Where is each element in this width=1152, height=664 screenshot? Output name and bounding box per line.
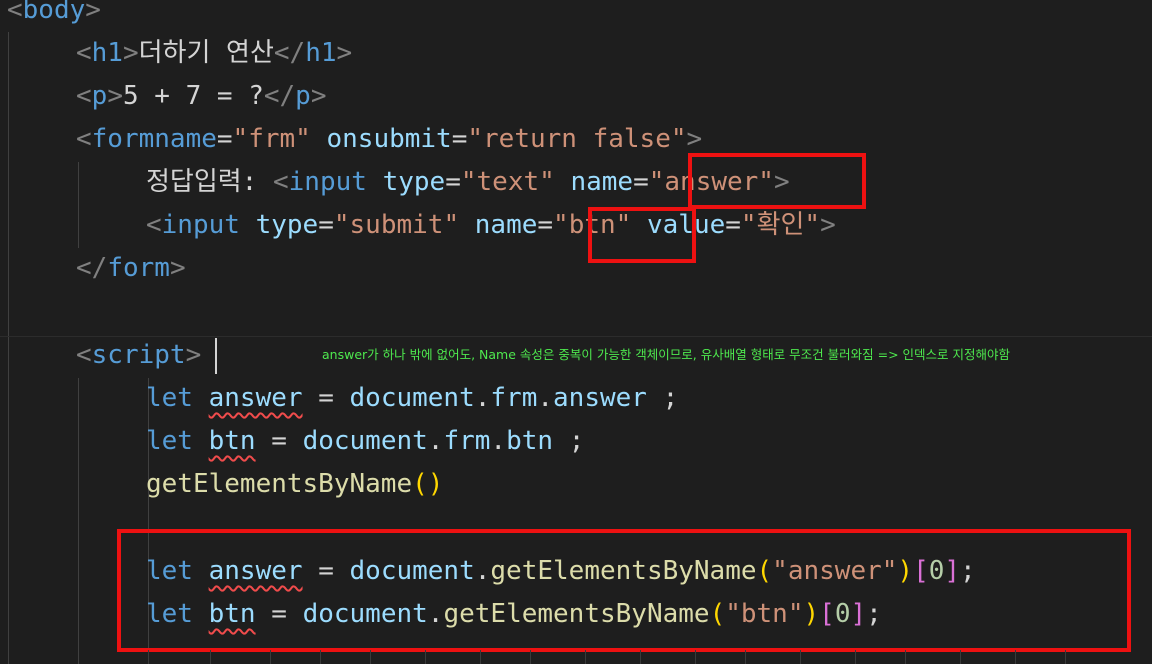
- code-line-body: <body>: [7, 0, 101, 32]
- onsubmit-value: "return false": [467, 124, 687, 154]
- annotation-note: answer가 하나 밖에 없어도, Name 속성은 중복이 가능한 객체이므…: [322, 347, 1011, 362]
- tag-form: formname: [91, 124, 217, 154]
- ruler-tick: [640, 650, 641, 664]
- prop-btn: btn: [506, 426, 554, 456]
- tag-script: script: [91, 340, 186, 370]
- form-name-value: "frm": [232, 124, 311, 154]
- ruler-tick: [370, 650, 371, 664]
- prop-frm: frm: [443, 426, 491, 456]
- h1-text: 더하기 연산: [138, 38, 274, 68]
- ruler-tick: [905, 650, 906, 664]
- ruler-tick: [1065, 650, 1066, 664]
- code-line-let-btn-frm: let btn = document.frm.btn ;: [146, 426, 585, 456]
- code-line-let-answer-frm: let answer = document.frm.answer ;: [146, 383, 679, 413]
- ruler-tick: [695, 650, 696, 664]
- highlight-box-answer: [688, 153, 866, 209]
- code-line-form: <formname="frm" onsubmit="return false">: [76, 124, 703, 154]
- obj-document: document: [302, 426, 428, 456]
- ruler-tick: [530, 650, 531, 664]
- keyword-let: let: [146, 383, 193, 413]
- ruler-tick: [270, 650, 271, 664]
- code-line-input-submit: <input type="submit" name="btn" value="확…: [146, 210, 836, 240]
- ruler-tick: [855, 650, 856, 664]
- ruler-tick: [745, 650, 746, 664]
- code-line-script: <script>: [76, 340, 202, 370]
- code-editor[interactable]: <body> <h1>더하기 연산</h1> <p>5 + 7 = ?</p> …: [0, 0, 1152, 664]
- prop-answer: answer: [553, 383, 647, 413]
- attr-type: type: [382, 167, 446, 197]
- code-line-p: <p>5 + 7 = ?</p>: [76, 81, 327, 111]
- ruler-tick: [480, 650, 481, 664]
- ruler-tick: [320, 650, 321, 664]
- ruler-tick: [585, 650, 586, 664]
- fn-getelementsbyname: getElementsByName: [146, 469, 413, 499]
- var-btn: btn: [208, 426, 256, 456]
- attr-onsubmit: onsubmit: [326, 124, 452, 154]
- tag-input: input: [161, 210, 240, 240]
- confirm-value: "확인": [740, 210, 821, 240]
- tag-h1-close: h1: [305, 38, 337, 68]
- code-line-form-close: </form>: [76, 253, 186, 283]
- attr-name: name: [474, 210, 538, 240]
- ruler-tick: [425, 650, 426, 664]
- p-text: 5 + 7 = ?: [122, 81, 264, 111]
- ruler-tick: [960, 650, 961, 664]
- tag-p-close: p: [295, 81, 311, 111]
- obj-document: document: [349, 383, 475, 413]
- attr-type: type: [255, 210, 319, 240]
- highlight-box-getelementsbyname: [117, 529, 1131, 652]
- code-line-getelementsbyname: getElementsByName(): [146, 469, 444, 499]
- ruler-tick: [210, 650, 211, 664]
- tag-input: input: [288, 167, 367, 197]
- tag-body: body: [22, 0, 86, 25]
- ruler-tick: [800, 650, 801, 664]
- tag-p: p: [91, 81, 108, 111]
- code-line-h1: <h1>더하기 연산</h1>: [76, 38, 353, 68]
- highlight-box-btn: [588, 207, 696, 263]
- keyword-let: let: [146, 426, 193, 456]
- type-text-value: "text": [460, 167, 555, 197]
- indent-guide: [78, 162, 79, 248]
- type-submit-value: "submit": [333, 210, 460, 240]
- indent-guide: [78, 378, 79, 664]
- answer-label: 정답입력:: [146, 167, 273, 197]
- prop-frm: frm: [490, 383, 538, 413]
- tag-h1: h1: [91, 38, 123, 68]
- text-cursor: [215, 338, 217, 374]
- ruler-tick: [1015, 650, 1016, 664]
- var-answer: answer: [208, 383, 303, 413]
- ruler-tick: [148, 650, 149, 664]
- tag-form-close: form: [107, 253, 170, 283]
- indent-guide: [8, 32, 9, 664]
- attr-name: name: [570, 167, 634, 197]
